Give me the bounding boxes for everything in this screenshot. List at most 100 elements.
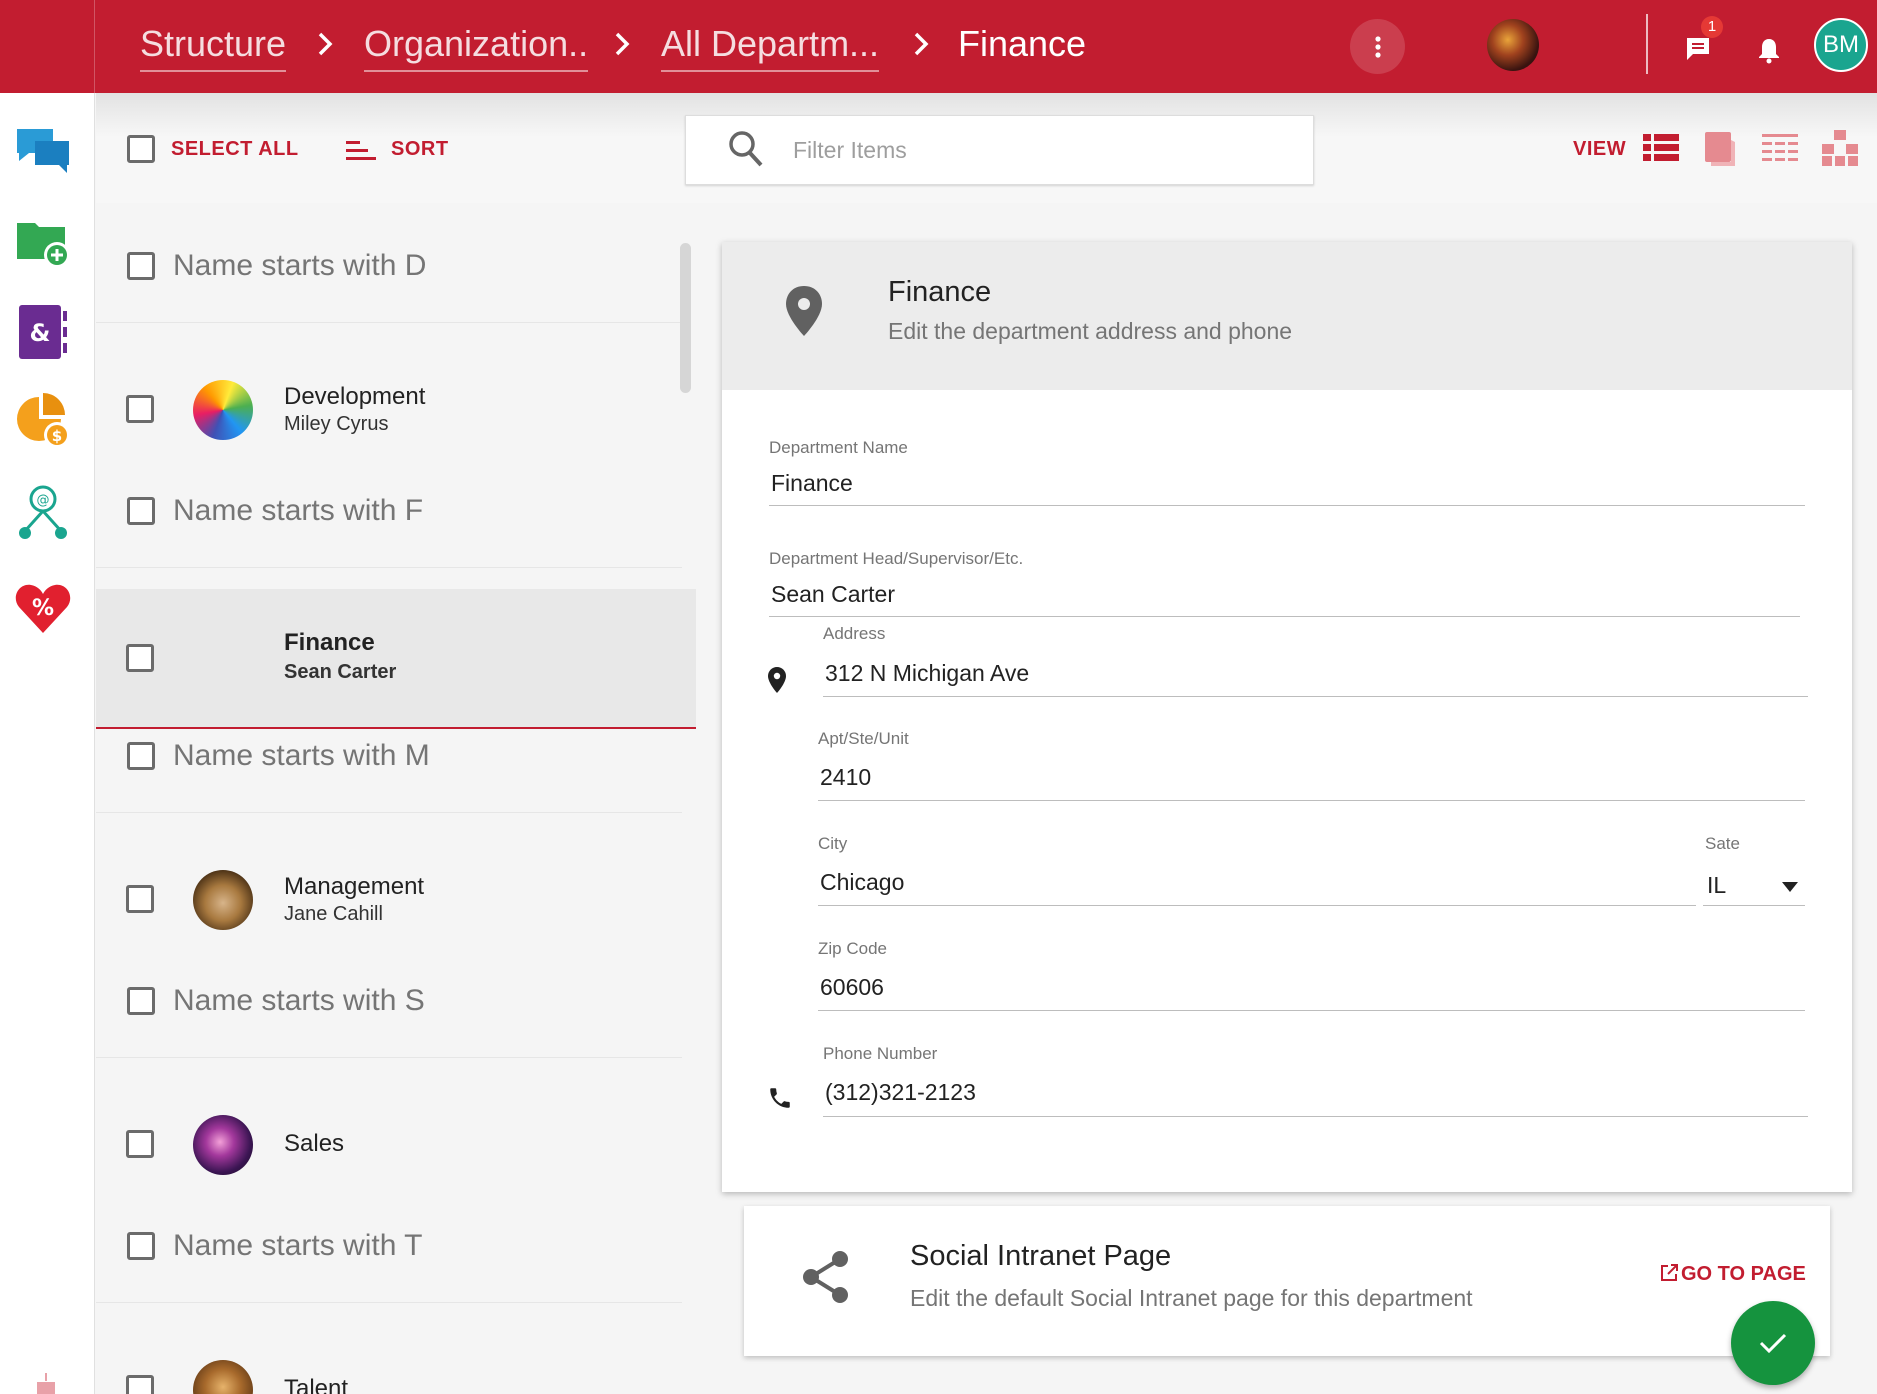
phone-field[interactable]: Phone Number (312)321-2123: [823, 1044, 1808, 1117]
pie-chart-money-icon[interactable]: $: [13, 391, 73, 451]
select-all-label[interactable]: SELECT ALL: [171, 138, 299, 161]
city-input[interactable]: Chicago: [820, 869, 904, 896]
group-header-label: Name starts with D: [173, 249, 427, 282]
search-input[interactable]: Filter Items: [793, 137, 907, 164]
list-view-icon[interactable]: [1643, 134, 1679, 162]
sort-icon[interactable]: [346, 138, 376, 162]
go-to-page-label: GO TO PAGE: [1681, 1263, 1806, 1285]
item-subtitle: Miley Cyrus: [284, 413, 389, 435]
dropdown-arrow-icon: [1782, 882, 1798, 892]
group-checkbox[interactable]: [127, 742, 155, 770]
social-title: Social Intranet Page: [910, 1240, 1172, 1272]
chevron-right-icon: [914, 32, 929, 56]
detail-title: Finance: [888, 276, 992, 308]
sort-label[interactable]: SORT: [391, 138, 449, 161]
department-name-field[interactable]: Department Name Finance: [769, 438, 1805, 506]
city-field[interactable]: City Chicago: [818, 834, 1696, 906]
svg-text:%: %: [32, 596, 54, 621]
save-fab-button[interactable]: [1731, 1301, 1815, 1385]
phone-input[interactable]: (312)321-2123: [825, 1079, 976, 1106]
item-checkbox[interactable]: [126, 395, 154, 423]
zip-field[interactable]: Zip Code 60606: [818, 939, 1805, 1011]
org-chart-view-icon[interactable]: [1822, 130, 1858, 166]
breadcrumb-structure[interactable]: Structure: [140, 20, 287, 72]
item-checkbox[interactable]: [126, 1375, 154, 1394]
share-icon: [803, 1251, 848, 1303]
item-name: Talent: [284, 1375, 349, 1394]
chevron-right-icon: [615, 32, 630, 56]
item-checkbox[interactable]: [126, 1130, 154, 1158]
item-name: Development: [284, 383, 426, 410]
contacts-book-icon[interactable]: &: [13, 301, 73, 361]
department-head-field[interactable]: Department Head/Supervisor/Etc. Sean Car…: [769, 549, 1800, 617]
filter-search[interactable]: Filter Items: [685, 115, 1314, 185]
field-label: Apt/Ste/Unit: [818, 729, 909, 748]
view-label: VIEW: [1573, 138, 1627, 160]
avatar: [193, 380, 253, 440]
card-view-icon[interactable]: [1705, 132, 1737, 166]
messages-icon[interactable]: [1685, 36, 1715, 64]
svg-text:@: @: [37, 493, 50, 508]
heart-percent-icon[interactable]: %: [13, 577, 73, 637]
open-external-icon: [1661, 1264, 1678, 1281]
cake-icon[interactable]: [33, 1370, 59, 1394]
list-scrollbar[interactable]: [680, 243, 691, 393]
field-underline: [769, 505, 1805, 506]
department-detail-card: Finance Edit the department address and …: [722, 242, 1852, 1192]
address-input[interactable]: 312 N Michigan Ave: [825, 660, 1029, 687]
list-item[interactable]: Talent: [96, 1313, 696, 1394]
state-select[interactable]: Sate IL: [1703, 834, 1805, 906]
group-checkbox[interactable]: [127, 987, 155, 1015]
field-underline: [818, 1010, 1805, 1011]
group-checkbox[interactable]: [127, 497, 155, 525]
item-checkbox[interactable]: [126, 885, 154, 913]
apt-input[interactable]: 2410: [820, 764, 871, 791]
field-underline: [818, 905, 1696, 906]
apt-field[interactable]: Apt/Ste/Unit 2410: [818, 729, 1805, 801]
state-value[interactable]: IL: [1707, 872, 1726, 899]
group-checkbox[interactable]: [127, 252, 155, 280]
group-header: Name starts with D: [96, 203, 682, 323]
address-pin-icon: [768, 667, 786, 693]
social-subtitle: Edit the default Social Intranet page fo…: [910, 1285, 1473, 1311]
field-label: City: [818, 834, 848, 853]
department-head-input[interactable]: Sean Carter: [771, 581, 895, 608]
item-subtitle: Sean Carter: [284, 661, 397, 683]
divider: [1646, 14, 1648, 74]
department-list: Name starts with D Development Miley Cyr…: [96, 203, 696, 1394]
group-header: Name starts with T: [96, 1183, 682, 1303]
detail-subtitle: Edit the department address and phone: [888, 318, 1293, 344]
group-header: Name starts with F: [96, 448, 682, 568]
breadcrumb-organization[interactable]: Organization..: [364, 20, 589, 72]
network-icon[interactable]: @: [13, 483, 73, 543]
field-underline: [823, 1116, 1808, 1117]
social-intranet-card: Social Intranet Page Edit the default So…: [744, 1206, 1830, 1356]
item-checkbox[interactable]: [126, 644, 154, 672]
folder-add-icon[interactable]: [13, 211, 73, 271]
address-field[interactable]: Address 312 N Michigan Ave: [823, 624, 1808, 697]
group-header: Name starts with S: [96, 938, 682, 1058]
check-icon: [1759, 1333, 1787, 1354]
group-header-label: Name starts with M: [173, 739, 430, 772]
go-to-page-link[interactable]: GO TO PAGE: [1660, 1263, 1806, 1286]
item-name: Finance: [284, 629, 375, 656]
bell-icon[interactable]: [1756, 36, 1782, 64]
field-label: Department Name: [769, 438, 908, 457]
more-menu-button[interactable]: [1350, 19, 1405, 74]
department-name-input[interactable]: Finance: [771, 470, 853, 497]
avatar: [193, 1360, 253, 1394]
item-subtitle: Jane Cahill: [284, 903, 383, 925]
phone-icon: [770, 1088, 790, 1108]
top-bar: Structure Organization.. All Departm... …: [0, 0, 1877, 93]
select-all-checkbox[interactable]: [127, 135, 155, 163]
chat-icon[interactable]: [13, 121, 73, 181]
group-checkbox[interactable]: [127, 1232, 155, 1260]
table-view-icon[interactable]: [1762, 134, 1798, 162]
sidebar: & $ @ %: [0, 93, 95, 1394]
user-avatar[interactable]: BM: [1814, 18, 1868, 72]
zip-input[interactable]: 60606: [820, 974, 884, 1001]
breadcrumb-all-departments[interactable]: All Departm...: [661, 20, 880, 72]
field-label: Department Head/Supervisor/Etc.: [769, 549, 1024, 568]
field-label: Address: [823, 624, 886, 643]
context-avatar[interactable]: [1487, 19, 1539, 71]
